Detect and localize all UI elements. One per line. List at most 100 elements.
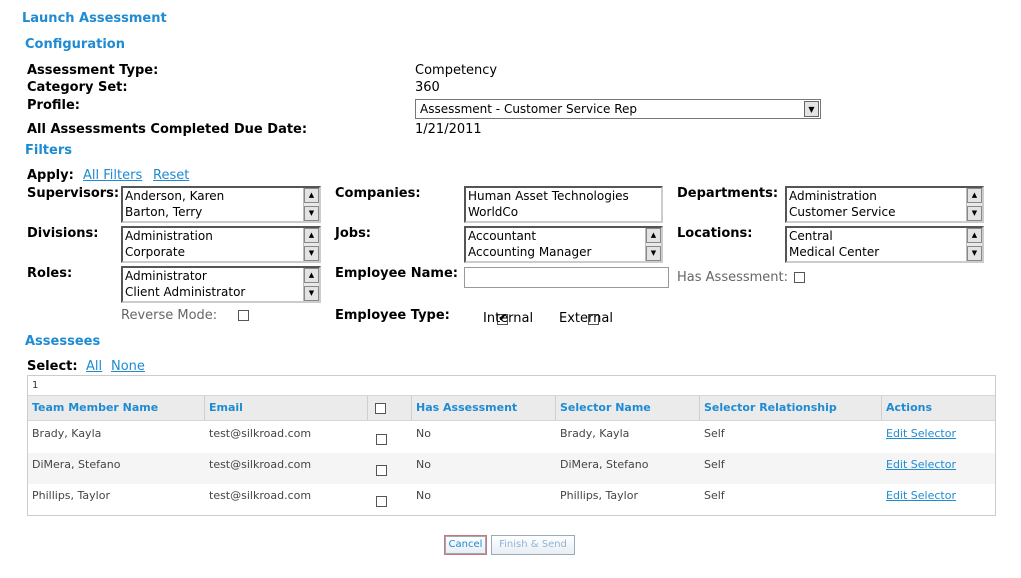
- col-selector-relationship[interactable]: Selector Relationship: [699, 396, 881, 420]
- profile-select[interactable]: Assessment - Customer Service Rep ▼: [415, 99, 821, 119]
- table-row: Phillips, Taylor test@silkroad.com No Ph…: [28, 484, 995, 515]
- reverse-mode-label: Reverse Mode:: [121, 308, 218, 323]
- finish-send-button[interactable]: Finish & Send: [491, 535, 575, 555]
- row-checkbox[interactable]: [376, 495, 387, 507]
- scrollbar[interactable]: ▲ ▼: [645, 228, 661, 261]
- list-option[interactable]: Central: [787, 228, 982, 244]
- edit-selector-link[interactable]: Edit Selector: [882, 484, 956, 515]
- list-option[interactable]: Client Administrator: [123, 284, 319, 300]
- list-option[interactable]: Human Asset Technologies: [466, 188, 661, 204]
- select-all-link[interactable]: All: [86, 359, 102, 374]
- due-date-value: 1/21/2011: [415, 122, 482, 137]
- col-email[interactable]: Email: [204, 396, 367, 420]
- row-checkbox[interactable]: [376, 433, 387, 445]
- assessment-type-value: Competency: [415, 63, 498, 78]
- departments-label: Departments:: [677, 186, 779, 201]
- select-none-link[interactable]: None: [111, 359, 145, 374]
- scrollbar[interactable]: ▲ ▼: [966, 228, 982, 261]
- selector-relationship: Self: [704, 489, 725, 502]
- list-option[interactable]: Medical Center: [787, 244, 982, 260]
- list-option[interactable]: Accountant: [466, 228, 661, 244]
- has-assessment: No: [416, 458, 431, 471]
- employee-name-label: Employee Name:: [335, 266, 458, 281]
- has-assessment: No: [416, 427, 431, 440]
- configuration-heading: Configuration: [25, 37, 125, 52]
- row-checkbox-cell: [372, 460, 387, 480]
- locations-listbox[interactable]: Central Medical Center ▲ ▼: [785, 226, 984, 263]
- filters-heading: Filters: [25, 143, 72, 158]
- cancel-button[interactable]: Cancel: [444, 535, 487, 555]
- profile-select-value: Assessment - Customer Service Rep: [420, 102, 638, 116]
- select-all-checkbox[interactable]: [375, 402, 386, 414]
- email: test@silkroad.com: [209, 458, 312, 471]
- col-select-all: [367, 396, 411, 420]
- category-set-value: 360: [415, 80, 440, 95]
- scroll-up-icon[interactable]: ▲: [304, 268, 319, 283]
- col-team-member-name[interactable]: Team Member Name: [28, 396, 204, 420]
- scrollbar[interactable]: ▲ ▼: [303, 268, 319, 301]
- edit-selector-link[interactable]: Edit Selector: [882, 422, 956, 453]
- scroll-up-icon[interactable]: ▲: [646, 228, 661, 243]
- companies-listbox[interactable]: Human Asset Technologies WorldCo: [464, 186, 663, 223]
- email: test@silkroad.com: [209, 489, 312, 502]
- scrollbar[interactable]: ▲ ▼: [303, 188, 319, 221]
- supervisors-label: Supervisors:: [27, 186, 120, 201]
- list-option[interactable]: Administration: [123, 228, 319, 244]
- page-number[interactable]: 1: [32, 380, 38, 391]
- team-member-name: Phillips, Taylor: [32, 489, 110, 502]
- divisions-label: Divisions:: [27, 226, 99, 241]
- jobs-label: Jobs:: [335, 226, 372, 241]
- all-filters-link[interactable]: All Filters: [83, 168, 142, 183]
- scrollbar[interactable]: ▲ ▼: [966, 188, 982, 221]
- scrollbar[interactable]: ▲ ▼: [303, 228, 319, 261]
- team-member-name: Brady, Kayla: [32, 427, 102, 440]
- selector-name: Phillips, Taylor: [560, 489, 638, 502]
- jobs-listbox[interactable]: Accountant Accounting Manager ▲ ▼: [464, 226, 663, 263]
- due-date-label: All Assessments Completed Due Date:: [27, 122, 308, 137]
- row-checkbox-cell: [372, 491, 387, 511]
- departments-listbox[interactable]: Administration Customer Service ▲ ▼: [785, 186, 984, 223]
- companies-label: Companies:: [335, 186, 421, 201]
- list-option[interactable]: Administration: [787, 188, 982, 204]
- team-member-name: DiMera, Stefano: [32, 458, 121, 471]
- reset-link[interactable]: Reset: [153, 168, 189, 183]
- reverse-mode-checkbox[interactable]: [238, 310, 250, 321]
- scroll-up-icon[interactable]: ▲: [304, 228, 319, 243]
- list-option[interactable]: Barton, Terry: [123, 204, 319, 220]
- employee-name-input[interactable]: [464, 267, 669, 288]
- assessees-heading: Assessees: [25, 334, 101, 349]
- dropdown-arrow-icon[interactable]: ▼: [804, 101, 819, 117]
- scroll-down-icon[interactable]: ▼: [304, 286, 319, 301]
- edit-selector-link[interactable]: Edit Selector: [882, 453, 956, 484]
- assessees-grid: 1 Team Member Name Email Has Assessment …: [27, 375, 996, 516]
- employee-type-label: Employee Type:: [335, 308, 450, 323]
- has-assessment-checkbox[interactable]: [794, 272, 805, 283]
- scroll-up-icon[interactable]: ▲: [967, 188, 982, 203]
- row-checkbox[interactable]: [376, 464, 387, 476]
- scroll-down-icon[interactable]: ▼: [304, 246, 319, 261]
- internal-label: Internal: [483, 311, 534, 326]
- scroll-down-icon[interactable]: ▼: [304, 206, 319, 221]
- scroll-down-icon[interactable]: ▼: [967, 206, 982, 221]
- profile-label: Profile:: [27, 98, 80, 113]
- assessment-type-label: Assessment Type:: [27, 63, 159, 78]
- row-checkbox-cell: [372, 429, 387, 449]
- supervisors-listbox[interactable]: Anderson, Karen Barton, Terry ▲ ▼: [121, 186, 321, 223]
- col-selector-name[interactable]: Selector Name: [555, 396, 699, 420]
- col-has-assessment[interactable]: Has Assessment: [411, 396, 556, 420]
- selector-name: Brady, Kayla: [560, 427, 630, 440]
- list-option[interactable]: Administrator: [123, 268, 319, 284]
- list-option[interactable]: Corporate: [123, 244, 319, 260]
- list-option[interactable]: Accounting Manager: [466, 244, 661, 260]
- roles-listbox[interactable]: Administrator Client Administrator ▲ ▼: [121, 266, 321, 303]
- list-option[interactable]: Customer Service: [787, 204, 982, 220]
- scroll-up-icon[interactable]: ▲: [304, 188, 319, 203]
- scroll-up-icon[interactable]: ▲: [967, 228, 982, 243]
- divisions-listbox[interactable]: Administration Corporate ▲ ▼: [121, 226, 321, 263]
- scroll-down-icon[interactable]: ▼: [967, 246, 982, 261]
- has-assessment: No: [416, 489, 431, 502]
- list-option[interactable]: WorldCo: [466, 204, 661, 220]
- list-option[interactable]: Anderson, Karen: [123, 188, 319, 204]
- scroll-down-icon[interactable]: ▼: [646, 246, 661, 261]
- grid-header: Team Member Name Email Has Assessment Se…: [28, 395, 995, 421]
